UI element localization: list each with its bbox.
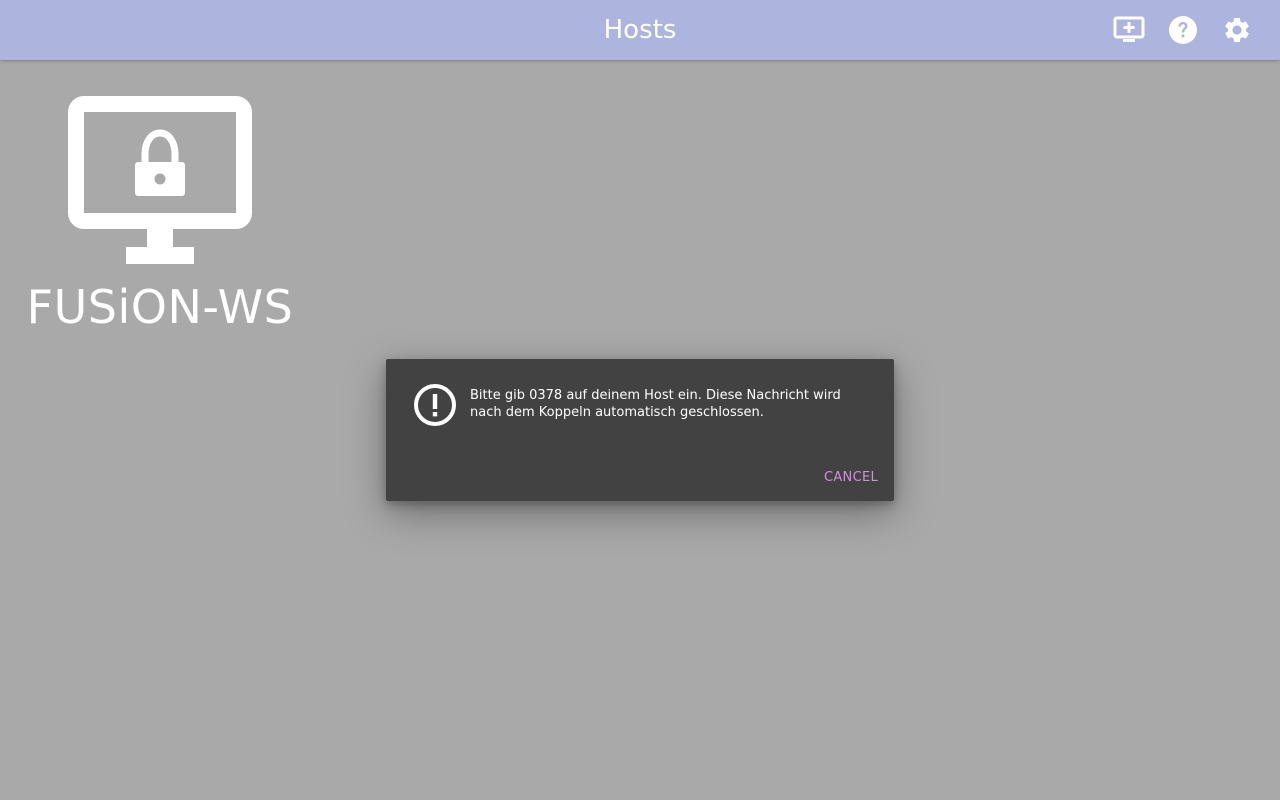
alert-circle-icon: [414, 384, 456, 426]
pairing-dialog: Bitte gib 0378 auf deinem Host ein. Dies…: [386, 359, 894, 501]
add-host-button[interactable]: [1102, 0, 1156, 60]
toolbar-actions: [1102, 0, 1264, 60]
cancel-button[interactable]: CANCEL: [824, 468, 878, 487]
help-icon: [1169, 16, 1197, 44]
locked-monitor-icon: [68, 96, 252, 264]
help-button[interactable]: [1156, 0, 1210, 60]
settings-icon: [1225, 17, 1249, 42]
top-app-bar: Hosts: [0, 0, 1280, 60]
settings-button[interactable]: [1210, 0, 1264, 60]
add-host-icon: [1113, 16, 1145, 42]
app-screen: Hosts FUSiON-WS Bitte gib 0378 auf deine…: [0, 0, 1280, 800]
page-title: Hosts: [603, 15, 677, 45]
host-name: FUSiON-WS: [26, 280, 294, 334]
host-tile[interactable]: FUSiON-WS: [18, 90, 302, 340]
dialog-message: Bitte gib 0378 auf deinem Host ein. Dies…: [470, 388, 841, 420]
